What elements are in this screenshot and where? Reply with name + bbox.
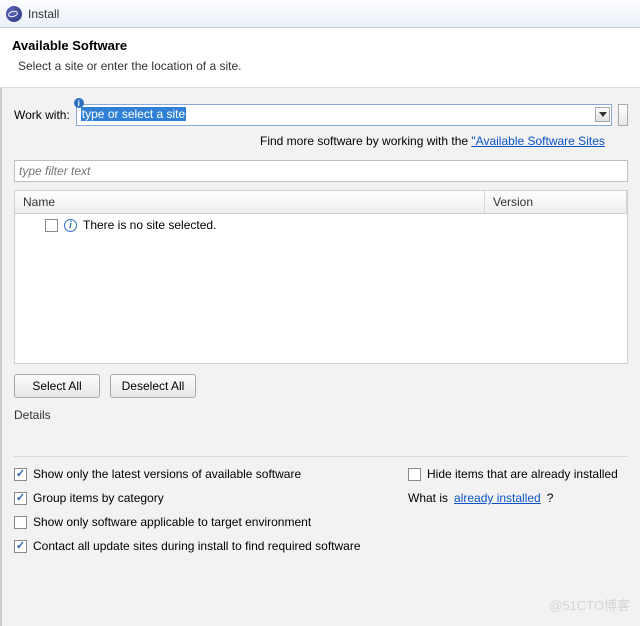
option-hide[interactable]: Hide items that are already installed [408,467,628,481]
select-all-button[interactable]: Select All [14,374,100,398]
checkbox-contact[interactable] [14,540,27,553]
checkbox-group[interactable] [14,492,27,505]
available-sites-link[interactable]: "Available Software Sites [471,134,604,148]
label-contact: Contact all update sites during install … [33,539,361,553]
window-title: Install [28,7,59,21]
divider [14,456,628,457]
install-options: Show only the latest versions of availab… [14,467,628,553]
column-name[interactable]: Name [15,191,485,213]
page-subtitle: Select a site or enter the location of a… [18,59,628,73]
label-applicable: Show only software applicable to target … [33,515,311,529]
option-applicable[interactable]: Show only software applicable to target … [14,515,628,529]
label-latest: Show only the latest versions of availab… [33,467,301,481]
add-site-button[interactable] [618,104,628,126]
chevron-down-icon[interactable] [595,107,610,122]
whatis-suffix: ? [547,491,554,505]
find-more-prefix: Find more software by working with the [260,134,471,148]
find-more-line: Find more software by working with the "… [260,130,628,160]
info-decorator-icon: i [74,98,84,108]
filter-input[interactable] [14,160,628,182]
dialog-body: Work with: i type or select a site Find … [0,88,640,626]
work-with-input[interactable]: type or select a site [76,104,612,126]
option-latest[interactable]: Show only the latest versions of availab… [14,467,400,481]
deselect-all-button[interactable]: Deselect All [110,374,196,398]
column-version[interactable]: Version [485,191,627,213]
whatis-prefix: What is [408,491,448,505]
option-contact[interactable]: Contact all update sites during install … [14,539,628,553]
already-installed-link[interactable]: already installed [454,491,541,505]
work-with-label: Work with: [14,108,70,122]
checkbox-applicable[interactable] [14,516,27,529]
tree-row: i There is no site selected. [15,214,627,236]
details-label: Details [14,408,628,422]
selection-buttons: Select All Deselect All [14,374,628,398]
row-checkbox[interactable] [45,219,58,232]
work-with-placeholder: type or select a site [81,107,186,121]
work-with-combo[interactable]: i type or select a site [76,104,612,126]
info-icon: i [64,219,77,232]
label-group: Group items by category [33,491,164,505]
option-group[interactable]: Group items by category [14,491,400,505]
software-tree[interactable]: i There is no site selected. [14,214,628,364]
dialog-header: Available Software Select a site or ente… [0,28,640,88]
checkbox-hide[interactable] [408,468,421,481]
tree-header: Name Version [14,190,628,214]
page-title: Available Software [12,38,628,53]
eclipse-icon [6,6,22,22]
what-is-line: What is already installed? [408,491,628,505]
window-titlebar: Install [0,0,640,28]
label-hide: Hide items that are already installed [427,467,618,481]
work-with-row: Work with: i type or select a site [14,104,628,126]
tree-empty-text: There is no site selected. [83,218,216,232]
checkbox-latest[interactable] [14,468,27,481]
